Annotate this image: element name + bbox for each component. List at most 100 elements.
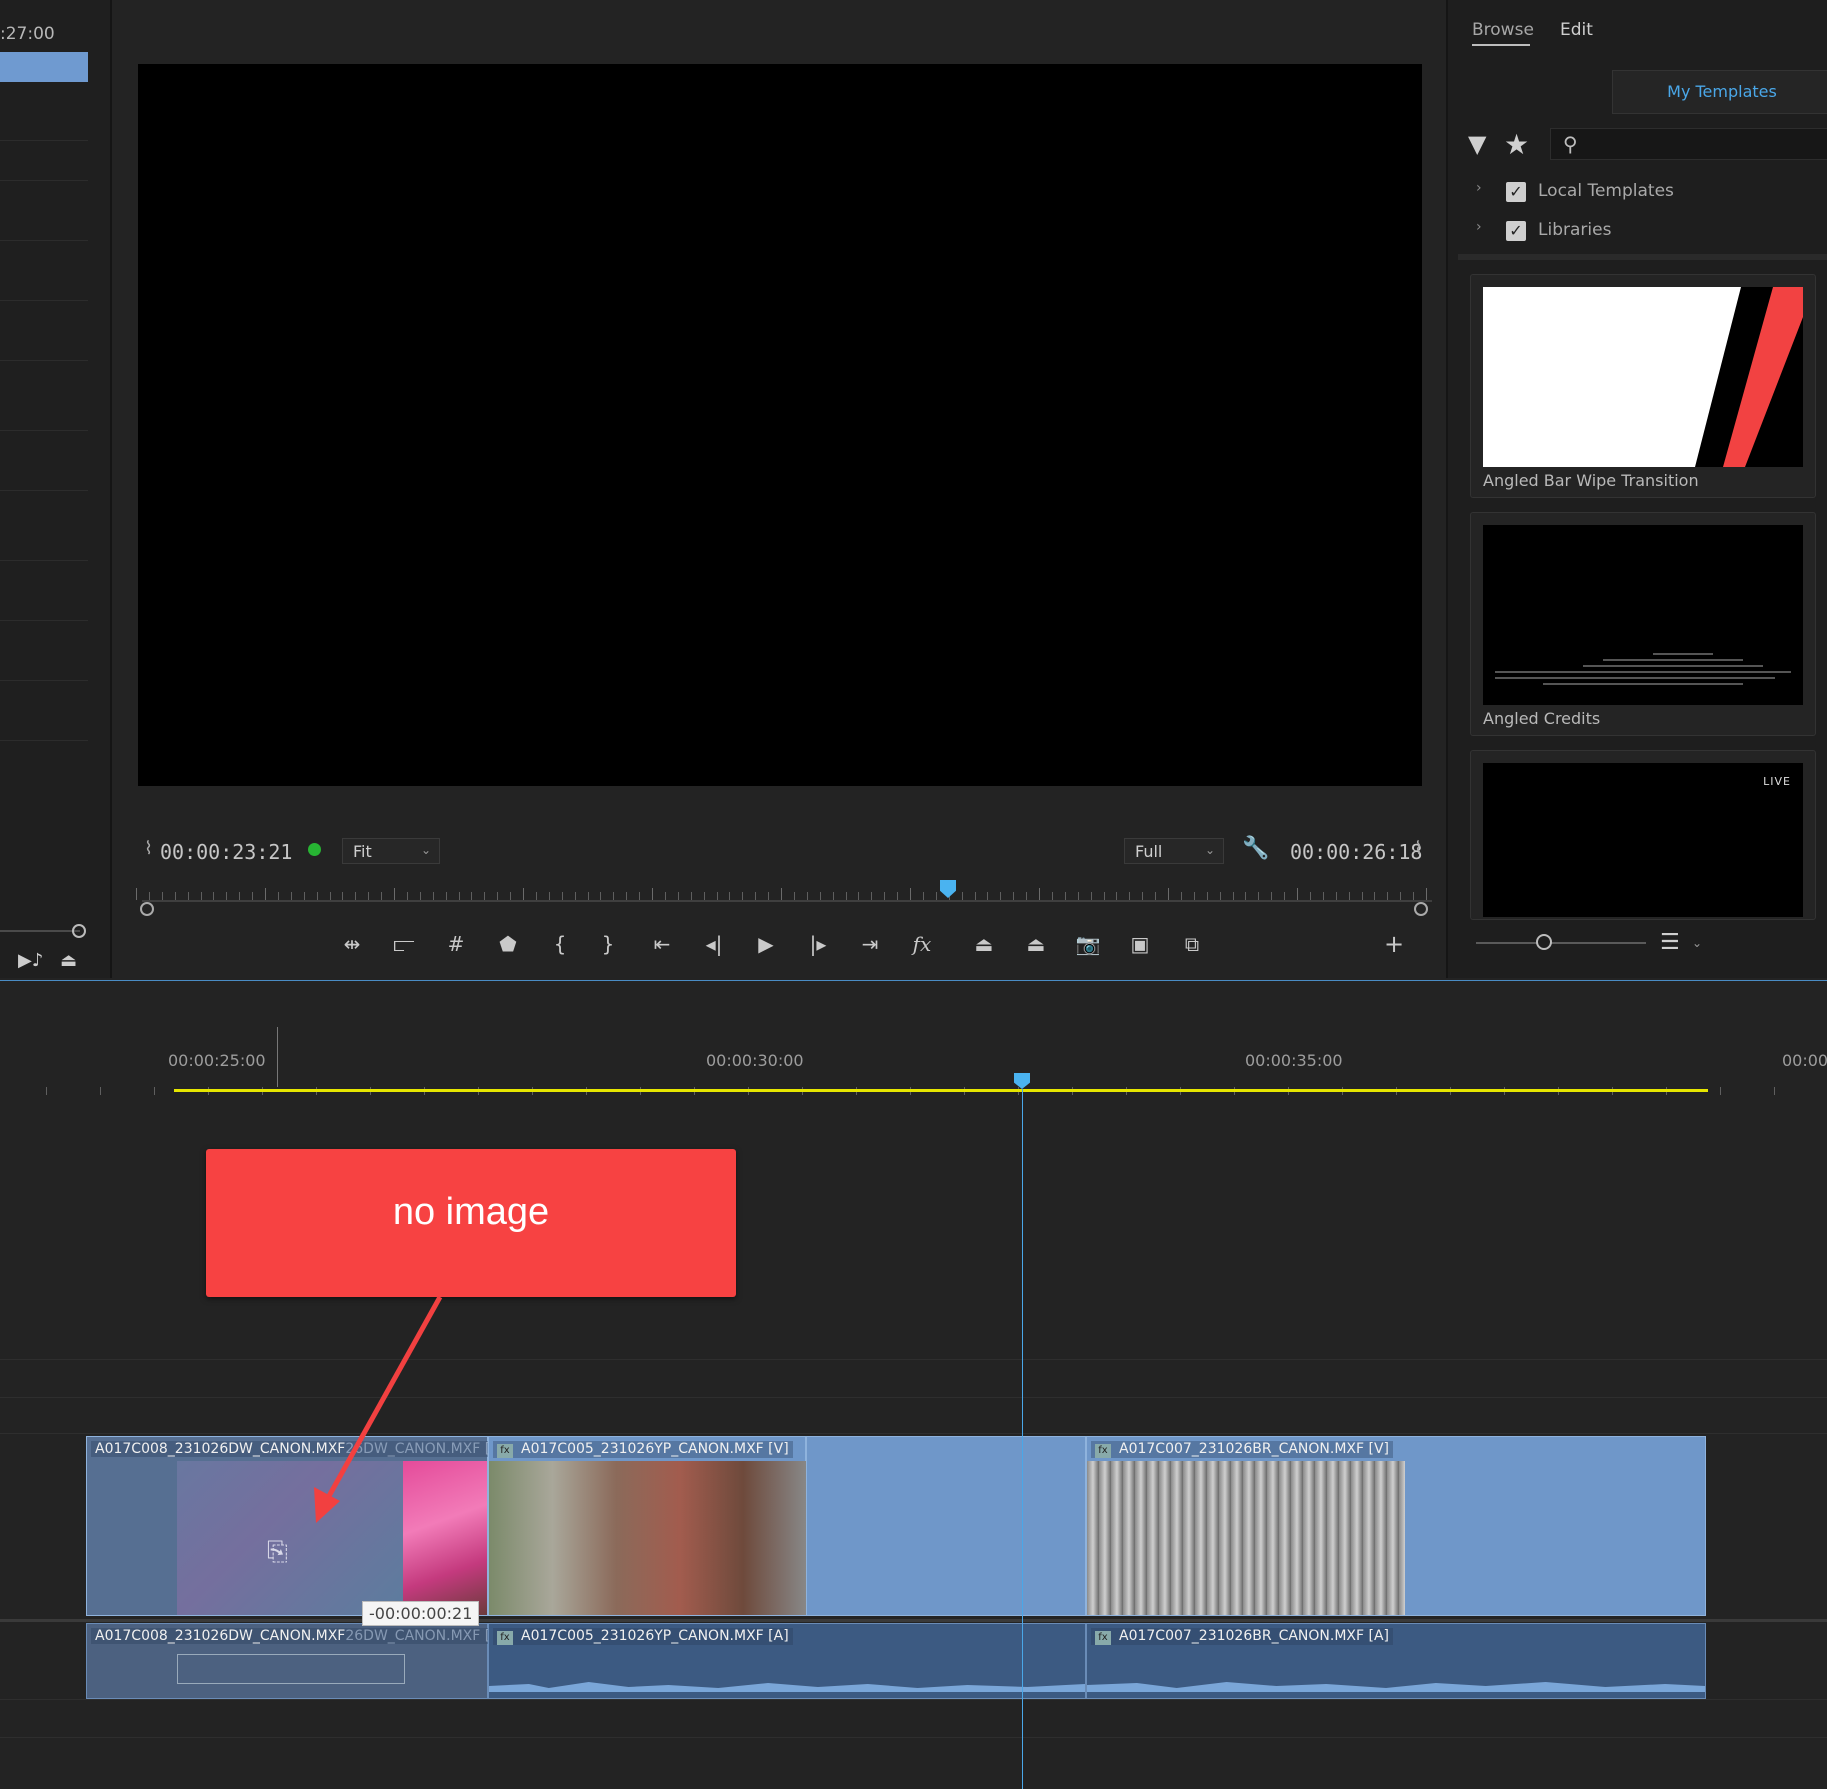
chevron-down-icon[interactable]: ⌄: [1692, 936, 1702, 950]
ruler-tick: [1090, 892, 1092, 900]
ruler-tick: [561, 892, 563, 900]
libraries-checkbox[interactable]: ✓: [1506, 221, 1526, 241]
row-divider: [0, 300, 88, 301]
ruler-tick: [781, 888, 782, 900]
ruler-tick: [342, 892, 344, 900]
zoom-level-value: Fit: [353, 842, 372, 861]
ruler-tick: [742, 892, 744, 900]
program-monitor: ⌇ 00:00:23:21 Fit ⌄ Full ⌄ 🔧 00:00:26:18…: [114, 0, 1445, 978]
ruler-tick: [768, 892, 770, 900]
ghost-audio-outline: [177, 1654, 405, 1684]
timeline-panel: 00:00:25:00 00:00:30:00 00:00:35:00 00:0…: [0, 980, 1827, 1789]
ruler-tick: [1774, 1087, 1775, 1095]
ruler-tick: [265, 888, 266, 900]
monitor-zoom-handle-right[interactable]: [1414, 902, 1428, 916]
thumbnail-size-slider[interactable]: [1476, 942, 1646, 944]
drag-cursor-icon: ⎘: [267, 1537, 288, 1567]
audio-clip[interactable]: fx A017C007_231026BR_CANON.MXF [A]: [1086, 1623, 1706, 1699]
monitor-time-ruler[interactable]: [136, 886, 1427, 906]
button-editor-plus-icon[interactable]: +: [1376, 926, 1412, 962]
work-area-bar[interactable]: [174, 1089, 1708, 1092]
in-bracket-icon: ⌇: [144, 838, 153, 859]
ruler-tick: [652, 888, 653, 900]
ruler-tick: [832, 892, 834, 900]
ruler-tick: [1374, 892, 1376, 900]
ruler-tick: [819, 892, 821, 900]
row-divider: [0, 490, 88, 491]
ruler-tick: [239, 892, 241, 900]
filter-icon[interactable]: ▼: [1468, 130, 1486, 158]
zoom-level-select[interactable]: Fit ⌄: [342, 838, 440, 864]
track-divider: [0, 1699, 1827, 1700]
playback-resolution-select[interactable]: Full ⌄: [1124, 838, 1224, 864]
video-clip[interactable]: fx A017C007_231026BR_CANON.MXF [V]: [1086, 1436, 1706, 1616]
clip-label: fx A017C007_231026BR_CANON.MXF [V]: [1091, 1441, 1394, 1458]
export-icon[interactable]: ⏏: [60, 950, 77, 971]
ruler-tick: [174, 892, 176, 900]
mark-in-icon[interactable]: {: [542, 926, 578, 962]
playhead-line: [1022, 1089, 1023, 1789]
tree-item-label: Libraries: [1538, 220, 1612, 240]
audio-waveform: [1087, 1682, 1705, 1692]
ruler-tick: [445, 892, 447, 900]
ruler-tick: [1387, 892, 1389, 900]
audio-clip[interactable]: A017C008_231026DW_CANON.MXF26DW_CANON.MX…: [86, 1623, 504, 1699]
wrench-settings-icon[interactable]: 🔧: [1242, 836, 1269, 861]
add-marker-icon[interactable]: ⫍: [386, 926, 422, 962]
ruler-tick: [626, 892, 628, 900]
export-frame-camera-icon[interactable]: 📷: [1070, 926, 1106, 962]
extract-icon[interactable]: ⏏: [1018, 926, 1054, 962]
ruler-tick: [1180, 892, 1182, 900]
zoom-handle[interactable]: [72, 924, 86, 938]
chevron-right-icon[interactable]: ›: [1476, 180, 1482, 196]
ruler-tick: [639, 892, 641, 900]
go-to-in-icon[interactable]: ⇤: [644, 926, 680, 962]
step-forward-icon[interactable]: |▸: [800, 926, 836, 962]
go-to-out-icon[interactable]: ⇥: [852, 926, 888, 962]
audio-clip[interactable]: fx A017C005_231026YP_CANON.MXF [A]: [488, 1623, 1086, 1699]
selected-item-bar[interactable]: [0, 52, 88, 82]
angled-bar-wipe-thumbnail: [1695, 287, 1803, 467]
local-templates-checkbox[interactable]: ✓: [1506, 182, 1526, 202]
tab-browse[interactable]: Browse: [1472, 20, 1534, 40]
status-indicator: [308, 843, 321, 856]
mark-out-icon[interactable]: }: [590, 926, 626, 962]
my-templates-button[interactable]: My Templates: [1612, 70, 1827, 114]
row-divider: [0, 620, 88, 621]
list-view-icon[interactable]: ☰: [1660, 930, 1680, 955]
ruler-tick: [1426, 888, 1427, 900]
step-back-icon[interactable]: ◂|: [696, 926, 732, 962]
current-timecode[interactable]: 00:00:23:21: [160, 840, 292, 864]
essential-graphics-panel: Browse Edit My Templates ▼ ★ ⚲ › ✓ Local…: [1446, 0, 1827, 978]
row-divider: [0, 430, 88, 431]
ruler-tick: [510, 892, 512, 900]
ruler-tick: [100, 1087, 101, 1095]
tab-edit[interactable]: Edit: [1560, 20, 1593, 40]
search-input[interactable]: ⚲: [1550, 128, 1827, 160]
video-clip[interactable]: fx A017C005_231026YP_CANON.MXF [V]: [488, 1436, 807, 1616]
chevron-right-icon[interactable]: ›: [1476, 219, 1482, 235]
video-clip-gap[interactable]: [806, 1436, 1086, 1616]
monitor-zoom-handle-left[interactable]: [140, 902, 154, 916]
video-preview[interactable]: [138, 64, 1422, 786]
star-icon[interactable]: ★: [1504, 128, 1529, 161]
ruler-tick: [858, 892, 860, 900]
comparison-view-icon[interactable]: ▣: [1122, 926, 1158, 962]
marker-icon[interactable]: ⬟: [490, 926, 526, 962]
proxy-toggle-icon[interactable]: ⧉: [1174, 926, 1210, 962]
play-icon[interactable]: ▶: [748, 926, 784, 962]
insert-edit-icon[interactable]: ⇹: [334, 926, 370, 962]
thumbnail-size-handle[interactable]: [1536, 934, 1552, 950]
automate-to-sequence-icon[interactable]: ▶♪: [18, 950, 43, 971]
ruler-tick: [381, 892, 383, 900]
ruler-tick: [884, 892, 886, 900]
ruler-tick: [1245, 892, 1247, 900]
template-thumbnail: [1483, 525, 1803, 705]
fx-icon[interactable]: fx: [904, 926, 940, 962]
lift-icon[interactable]: ⏏: [966, 926, 1002, 962]
template-card[interactable]: Angled Credits: [1470, 512, 1816, 736]
grid-icon[interactable]: #: [438, 926, 474, 962]
template-card[interactable]: LIVE: [1470, 750, 1816, 920]
in-point-marker: [277, 1027, 278, 1087]
template-card[interactable]: Angled Bar Wipe Transition: [1470, 274, 1816, 498]
